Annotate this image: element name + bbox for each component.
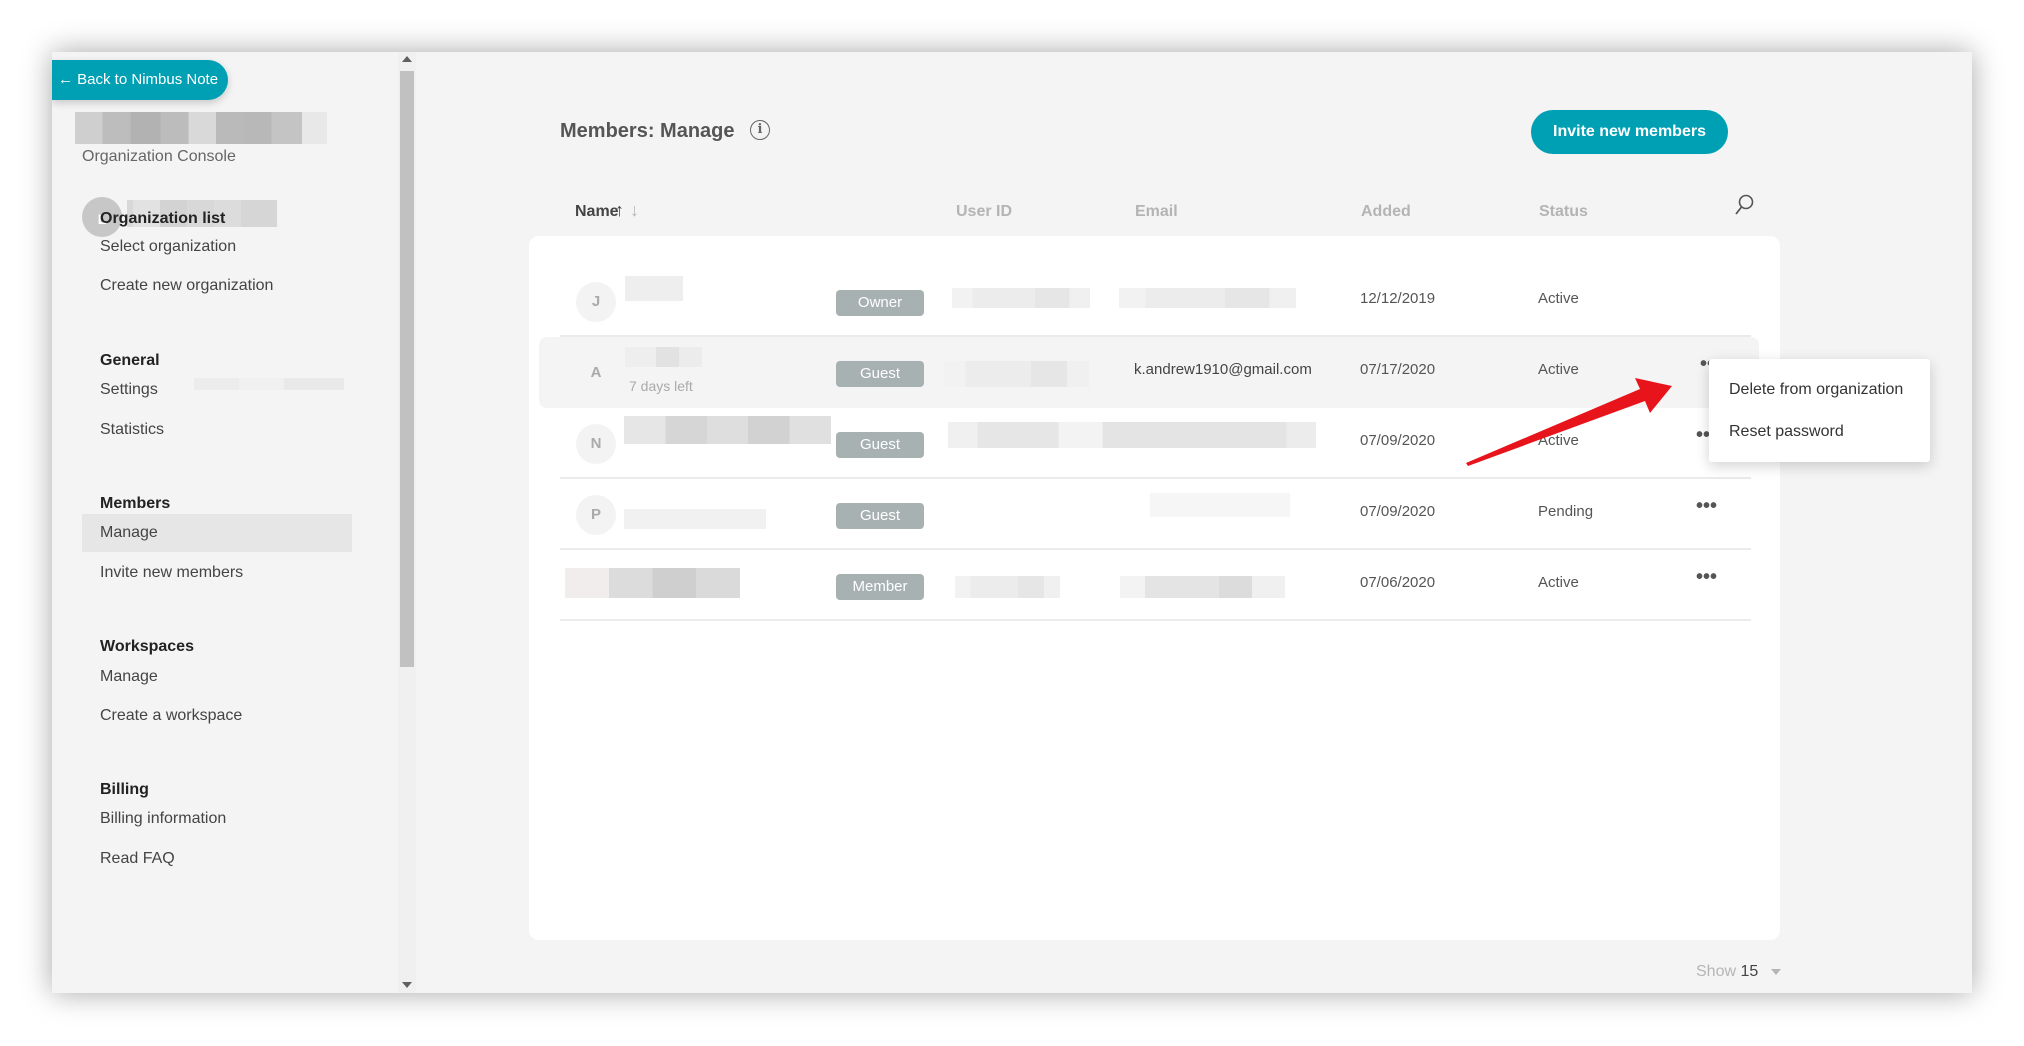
nav-section-members: Members [100, 495, 171, 512]
member-status: Active [1538, 361, 1579, 378]
role-badge: Guest [836, 361, 924, 387]
chevron-down-icon [1770, 968, 1781, 975]
added-date: 12/12/2019 [1360, 290, 1436, 307]
email-redacted [1119, 288, 1296, 308]
role-badge: Guest [836, 503, 924, 529]
column-header-added: Added [1361, 203, 1411, 220]
sidebar-item-members-manage[interactable]: Manage [82, 514, 352, 552]
page-title: Members: Manage [560, 120, 735, 142]
sort-ascending-icon[interactable]: ↑ [615, 200, 624, 221]
nav-section-general: General [100, 352, 160, 369]
info-icon[interactable]: i [750, 120, 770, 140]
role-badge: Guest [836, 432, 924, 458]
member-name-redacted [565, 568, 740, 598]
sidebar-item-settings-label: Settings [100, 381, 158, 398]
sidebar-item-billing-information[interactable]: Billing information [82, 800, 352, 838]
column-header-user-id: User ID [956, 203, 1013, 220]
members-table: J Owner 12/12/2019 Active A 7 days left … [529, 236, 1780, 940]
sidebar-scrollbar[interactable] [398, 52, 416, 993]
column-header-name[interactable]: Name [575, 203, 619, 221]
member-name-redacted [624, 509, 766, 529]
nav-section-workspaces: Workspaces [100, 638, 194, 655]
more-options-icon[interactable]: ••• [1696, 495, 1717, 518]
nav-section-billing: Billing [100, 781, 149, 798]
user-id-redacted [955, 576, 1060, 598]
sidebar-item-invite-new-members[interactable]: Invite new members [82, 554, 352, 592]
added-date: 07/09/2020 [1360, 503, 1436, 520]
member-avatar: J [576, 282, 616, 322]
redacted-blur [194, 378, 344, 390]
member-name-redacted [625, 276, 683, 301]
scroll-down-arrow-icon[interactable] [402, 982, 412, 988]
email-redacted [1150, 493, 1290, 517]
sort-descending-icon[interactable]: ↓ [630, 200, 639, 221]
page-size-value: 15 [1740, 963, 1759, 980]
table-row[interactable]: Member 07/06/2020 Active ••• [560, 550, 1751, 621]
scrollbar-thumb[interactable] [400, 71, 414, 667]
table-row[interactable]: P Guest 07/09/2020 Pending ••• [560, 479, 1751, 550]
sidebar-item-workspaces-manage[interactable]: Manage [82, 658, 352, 696]
back-to-nimbus-note-button[interactable]: ← Back to Nimbus Note [52, 60, 228, 100]
sidebar-item-create-workspace[interactable]: Create a workspace [82, 697, 352, 735]
column-header-status: Status [1539, 203, 1588, 220]
added-date: 07/17/2020 [1360, 361, 1436, 378]
sidebar-item-settings[interactable]: Settings [82, 371, 352, 409]
member-avatar: N [576, 424, 616, 464]
member-status: Active [1538, 432, 1579, 449]
show-label: Show [1696, 963, 1737, 980]
organization-console-label: Organization Console [82, 148, 236, 165]
member-status: Active [1538, 574, 1579, 591]
table-row[interactable]: J Owner 12/12/2019 Active [560, 266, 1751, 337]
role-badge: Member [836, 574, 924, 600]
page-size-selector[interactable]: Show 15 [1696, 963, 1781, 981]
sidebar: ← Back to Nimbus Note Organization Conso… [52, 52, 398, 993]
sidebar-item-statistics[interactable]: Statistics [82, 411, 352, 449]
email-redacted [1120, 576, 1285, 598]
added-date: 07/09/2020 [1360, 432, 1436, 449]
more-options-icon[interactable]: ••• [1696, 566, 1717, 589]
invite-new-members-button[interactable]: Invite new members [1531, 110, 1728, 154]
reset-password-menu-item[interactable]: Reset password [1729, 423, 1844, 441]
search-icon[interactable] [1733, 193, 1755, 217]
user-id-redacted [944, 361, 1089, 387]
nav-section-organization-list: Organization list [100, 210, 226, 227]
member-name-redacted [625, 347, 702, 367]
member-status: Active [1538, 290, 1579, 307]
organization-name-redacted [75, 112, 327, 144]
table-row[interactable]: A 7 days left Guest k.andrew1910@gmail.c… [539, 337, 1759, 408]
role-badge: Owner [836, 290, 924, 316]
member-email: k.andrew1910@gmail.com [1134, 361, 1312, 378]
scroll-up-arrow-icon[interactable] [402, 56, 412, 62]
column-header-email: Email [1135, 203, 1178, 220]
member-context-menu: Delete from organization Reset password [1709, 359, 1930, 462]
delete-from-organization-menu-item[interactable]: Delete from organization [1729, 381, 1903, 399]
sidebar-item-select-organization[interactable]: Select organization [82, 228, 352, 266]
user-id-redacted [952, 288, 1090, 308]
sidebar-item-create-organization[interactable]: Create new organization [82, 267, 352, 305]
user-id-and-email-redacted [948, 422, 1316, 448]
table-row[interactable]: N Guest 07/09/2020 Active ••• [560, 408, 1751, 479]
member-status: Pending [1538, 503, 1594, 520]
main-content: Members: Manage i Invite new members Nam… [416, 52, 1972, 993]
member-avatar: P [576, 495, 616, 535]
member-name-redacted [624, 416, 831, 444]
added-date: 07/06/2020 [1360, 574, 1436, 591]
app-window: ← Back to Nimbus Note Organization Conso… [52, 52, 1972, 993]
sidebar-item-read-faq[interactable]: Read FAQ [82, 840, 352, 878]
member-avatar: A [590, 364, 602, 381]
trial-days-left: 7 days left [629, 378, 693, 394]
